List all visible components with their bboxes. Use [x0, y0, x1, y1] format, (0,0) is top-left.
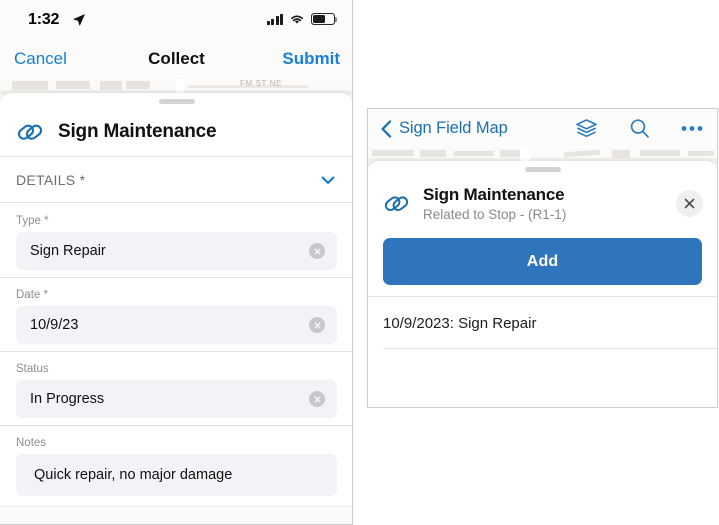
sheet-header: Sign Maintenance Related to Stop - (R1-1…	[368, 175, 717, 231]
notes-input[interactable]: Quick repair, no major damage	[16, 454, 337, 496]
divider	[368, 296, 717, 297]
link-icon	[16, 118, 44, 146]
form-field-date: Date * 10/9/23	[0, 289, 353, 344]
clear-circle-icon[interactable]	[309, 317, 325, 333]
form-title: Sign Maintenance	[58, 121, 216, 143]
form-field-status: Status In Progress	[0, 363, 353, 418]
status-bar-indicators	[267, 13, 336, 25]
form-header: Sign Maintenance	[0, 107, 353, 156]
details-section-label: DETAILS *	[16, 172, 85, 188]
clear-circle-icon[interactable]	[309, 391, 325, 407]
collect-form-screen: 1:32 Cancel Collect Submit FM ST NE	[0, 0, 353, 525]
sheet-subtitle: Related to Stop - (R1-1)	[423, 207, 566, 222]
map-nav-actions	[575, 118, 703, 139]
divider	[0, 351, 353, 352]
status-bar: 1:32	[0, 0, 353, 40]
add-button[interactable]: Add	[383, 238, 702, 285]
field-label: Status	[16, 363, 337, 375]
collect-nav-bar: Cancel Collect Submit	[0, 40, 353, 79]
field-label: Type *	[16, 215, 337, 227]
divider	[0, 202, 353, 203]
location-arrow-icon	[72, 13, 86, 27]
sheet-bottom-strip	[0, 506, 353, 524]
field-label: Notes	[16, 437, 337, 449]
link-icon	[383, 190, 410, 217]
sheet-grabber[interactable]	[525, 167, 561, 172]
list-item-label: 10/9/2023: Sign Repair	[383, 315, 536, 332]
search-icon[interactable]	[629, 118, 650, 139]
field-value: Quick repair, no major damage	[34, 467, 232, 483]
date-input[interactable]: 10/9/23	[16, 306, 337, 344]
layers-icon[interactable]	[575, 118, 598, 139]
status-input[interactable]: In Progress	[16, 380, 337, 418]
form-field-notes: Notes Quick repair, no major damage	[0, 437, 353, 496]
sheet-title: Sign Maintenance	[423, 185, 566, 205]
back-chevron-icon[interactable]	[380, 119, 393, 139]
field-value: In Progress	[30, 391, 104, 407]
list-item[interactable]: 10/9/2023: Sign Repair	[383, 299, 717, 348]
type-input[interactable]: Sign Repair	[16, 232, 337, 270]
details-section-header[interactable]: DETAILS *	[0, 157, 353, 202]
ellipsis-icon[interactable]	[681, 125, 703, 132]
collect-form-sheet: Sign Maintenance DETAILS * Type * Sign R…	[0, 93, 353, 524]
sheet-header-text: Sign Maintenance Related to Stop - (R1-1…	[423, 185, 566, 222]
related-records-sheet: Sign Maintenance Related to Stop - (R1-1…	[368, 161, 717, 407]
form-field-type: Type * Sign Repair	[0, 215, 353, 270]
back-button-label[interactable]: Sign Field Map	[399, 119, 508, 138]
field-value: Sign Repair	[30, 243, 106, 259]
close-icon[interactable]	[676, 190, 703, 217]
sheet-grabber[interactable]	[159, 99, 195, 104]
field-label: Date *	[16, 289, 337, 301]
field-value: 10/9/23	[30, 317, 78, 333]
divider	[0, 425, 353, 426]
status-bar-time: 1:32	[28, 11, 59, 29]
clear-circle-icon[interactable]	[309, 243, 325, 259]
divider	[0, 277, 353, 278]
chevron-down-icon[interactable]	[319, 171, 337, 189]
battery-icon	[311, 13, 335, 25]
cellular-signal-icon	[267, 14, 284, 25]
map-nav-bar: Sign Field Map	[368, 109, 717, 148]
submit-button[interactable]: Submit	[282, 49, 340, 69]
divider	[383, 348, 717, 349]
sign-field-map-screen: Sign Field Map	[367, 108, 718, 408]
wifi-icon	[289, 13, 305, 25]
